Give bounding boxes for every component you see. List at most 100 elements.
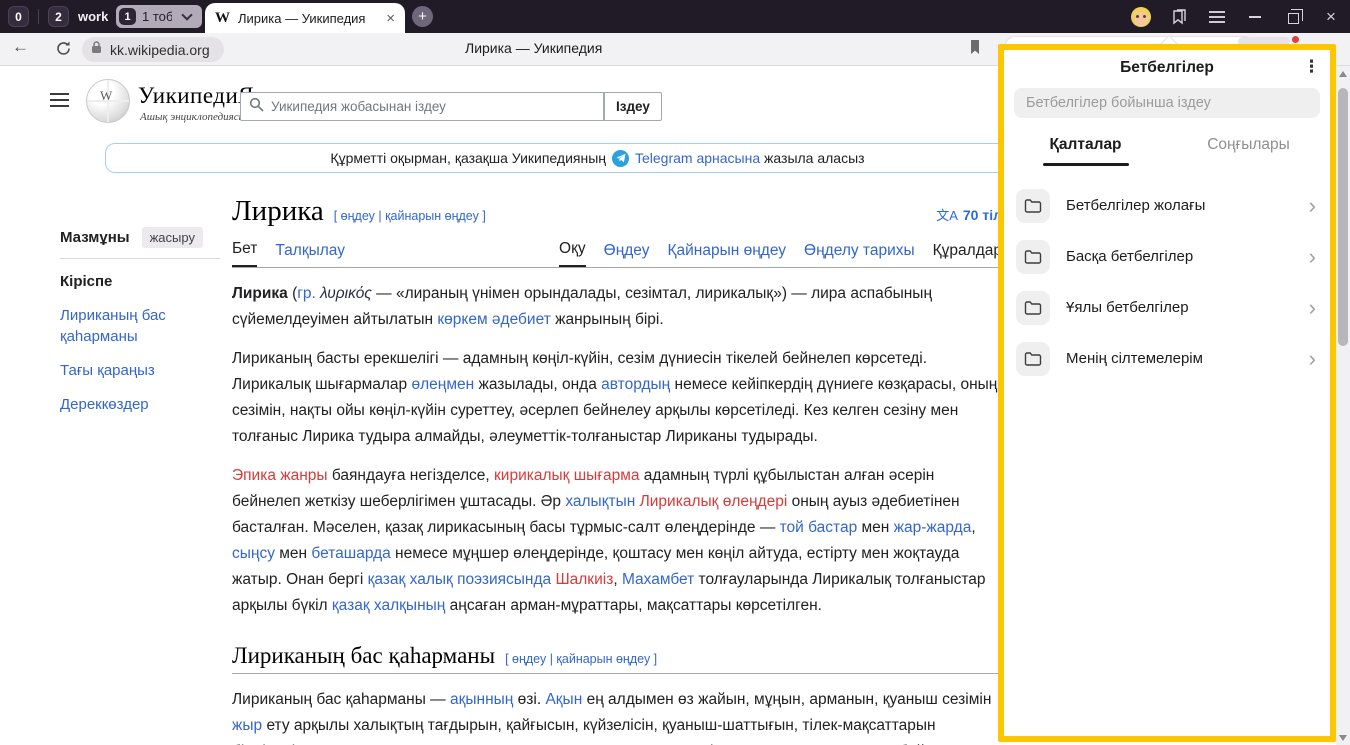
tab-history[interactable]: Өңделу тарихы <box>804 242 915 267</box>
wiki-link[interactable]: ақынның <box>450 691 513 708</box>
wiki-link[interactable]: көркем әдебиет <box>437 311 550 328</box>
folder-row-bookmarks-bar[interactable]: Бетбелгілер жолағы › <box>1004 180 1330 231</box>
wiki-link[interactable]: өлеңмен <box>411 376 474 393</box>
wiki-link[interactable]: Шалкиіз <box>555 571 613 588</box>
address-bar-page-title: Лирика — Уикипедия <box>465 40 602 56</box>
paragraph-features: Лириканың басты ерекшелігі — адамның көң… <box>232 346 1002 450</box>
active-browser-tab[interactable]: W Лирика — Уикипедия × <box>205 3 405 33</box>
wiki-link[interactable]: автордың <box>601 376 670 393</box>
text-segment: өзі. <box>513 691 545 708</box>
bookmarks-tabs: Қалталар Соңғылары <box>1004 132 1330 166</box>
tab-tools[interactable]: Құралдар <box>933 242 1002 267</box>
toc-item-intro[interactable]: Кіріспе <box>60 271 220 292</box>
text-segment: Лириканың бас қаһарманы — <box>232 691 450 708</box>
folder-icon <box>1016 240 1050 274</box>
banner-link-text: Telegram арнасына жазыла аласыз <box>635 150 865 166</box>
search-icon <box>249 97 264 117</box>
tab-group-work-label[interactable]: work <box>78 9 108 24</box>
page-scrollbar[interactable] <box>1336 66 1350 745</box>
text-segment: Құрметті оқырман, қазақша Уикипедияның <box>330 150 606 166</box>
browser-tab-bar: 0 2 work 1 1 тобы W Лирика — Уикипедия ×… <box>0 0 1350 33</box>
text-segment: мен <box>275 545 311 562</box>
tab-folders[interactable]: Қалталар <box>1004 132 1167 166</box>
window-minimize-button[interactable] <box>1249 16 1261 18</box>
wiki-hamburger-icon[interactable] <box>50 93 69 107</box>
text-segment: ету арқылы халықтың тағдырын, қайғысын, … <box>232 717 1001 745</box>
tab-read[interactable]: Оқу <box>559 240 586 267</box>
wiki-link[interactable]: жыр <box>232 717 262 734</box>
paragraph-hero: Лириканың бас қаһарманы — ақынның өзі. А… <box>232 687 1002 745</box>
back-button[interactable]: ← <box>12 37 29 57</box>
wikipedia-favicon-icon: W <box>215 10 230 27</box>
toc-item-sources[interactable]: Дереккөздер <box>60 394 220 415</box>
wiki-link[interactable]: қазақ халқының <box>332 597 445 614</box>
tab-recent[interactable]: Соңғылары <box>1167 132 1330 166</box>
toc-hide-button[interactable]: жасыру <box>142 227 203 248</box>
folder-icon <box>1016 189 1050 223</box>
wiki-link[interactable]: Telegram арнасына <box>635 150 760 166</box>
wiki-search-input[interactable]: Уикипедия жобасынан іздеу <box>240 92 604 121</box>
folder-row-my-links[interactable]: Менің сілтемелерім › <box>1004 333 1330 384</box>
wiki-link[interactable]: Лирикалық өлеңдері <box>640 493 788 510</box>
article-content: Лирика [ өңдеу | қайнарын өңдеу ] 文A 70 … <box>232 195 1002 745</box>
tab-group-expand-button[interactable] <box>172 5 202 28</box>
section-heading: Лириканың бас қаһарманы <box>232 643 495 669</box>
tab-edit[interactable]: Өңдеу <box>604 242 650 267</box>
wiki-link[interactable]: той бастар <box>780 519 858 536</box>
wiki-link[interactable]: сыңсу <box>232 545 275 562</box>
text-segment: жазыла аласыз <box>760 150 864 166</box>
text-segment: Лирика <box>232 285 288 302</box>
browser-menu-icon[interactable] <box>1209 11 1225 23</box>
folder-row-other-bookmarks[interactable]: Басқа бетбелгілер › <box>1004 231 1330 282</box>
wiki-link[interactable]: Ақын <box>545 691 582 708</box>
profile-avatar[interactable] <box>1131 7 1151 27</box>
telegram-icon <box>612 150 629 167</box>
toc-item-main-hero[interactable]: Лириканың бас қаһарманы <box>60 305 220 347</box>
kebab-menu-icon[interactable]: ⋮ <box>1303 57 1320 77</box>
toc-item-see-also[interactable]: Тағы қараңыз <box>60 360 220 381</box>
wiki-link[interactable]: кирикалық шығарма <box>494 467 639 484</box>
tab-close-icon[interactable]: × <box>386 10 395 27</box>
wikipedia-wordmark[interactable]: УикипедиЯ <box>138 83 254 109</box>
title-edit-links[interactable]: [ өңдеу | қайнарын өңдеу ] <box>334 209 486 223</box>
wiki-link[interactable]: жар-жарда <box>894 519 972 536</box>
url-field[interactable]: kk.wikipedia.org <box>82 37 224 62</box>
scroll-up-icon[interactable] <box>1339 71 1347 77</box>
banner-text: Құрметті оқырман, қазақша Уикипедияның <box>330 150 606 166</box>
article-title: Лирика <box>232 195 324 228</box>
language-selector[interactable]: 文A 70 тіл <box>936 205 1002 224</box>
wiki-link[interactable]: қазақ халық поэзиясында <box>368 571 552 588</box>
wiki-link[interactable]: Эпика жанры <box>232 467 328 484</box>
tab-group-badge-work-count[interactable]: 2 <box>48 6 69 27</box>
language-count: 70 тіл <box>963 207 1002 223</box>
folder-label: Басқа бетбелгілер <box>1066 248 1293 265</box>
refresh-button[interactable] <box>55 40 72 62</box>
section-edit-links[interactable]: [ өңдеу | қайнарын өңдеу ] <box>505 652 657 666</box>
tab-page[interactable]: Бет <box>232 240 257 267</box>
text-segment: баяндауға негізделсе, <box>328 467 494 484</box>
folder-row-mobile-bookmarks[interactable]: Ұялы бетбелгілер › <box>1004 282 1330 333</box>
window-close-button[interactable]: × <box>1326 8 1336 25</box>
tab-edit-source[interactable]: Қайнарын өңдеу <box>668 242 787 267</box>
wiki-link[interactable]: халықтын <box>565 493 635 510</box>
wiki-link[interactable]: Махамбет <box>622 571 694 588</box>
url-text: kk.wikipedia.org <box>110 42 210 58</box>
new-tab-button[interactable]: + <box>412 6 433 27</box>
bookmarks-search-input[interactable]: Бетбелгілер бойынша іздеу <box>1014 88 1320 118</box>
tab-group-badge-zero[interactable]: 0 <box>8 6 29 27</box>
wiki-link[interactable]: гр. <box>297 285 316 302</box>
tab-group-separator <box>38 9 39 24</box>
tab-talk[interactable]: Талқылау <box>275 242 345 267</box>
active-tab-title: Лирика — Уикипедия <box>238 11 378 26</box>
scrollbar-thumb[interactable] <box>1338 88 1348 346</box>
scroll-down-icon[interactable] <box>1339 735 1347 741</box>
bookmarks-panel-icon[interactable] <box>1170 8 1188 26</box>
telegram-banner: Құрметті оқырман, қазақша Уикипедияның T… <box>105 143 1090 173</box>
text-segment: ең алдымен өз жайын, мұңын, арманын, қуа… <box>582 691 991 708</box>
wiki-search-button[interactable]: Іздеу <box>604 92 662 121</box>
add-bookmark-icon[interactable] <box>968 39 982 60</box>
folder-icon <box>1016 342 1050 376</box>
wiki-link[interactable]: беташарда <box>311 545 390 562</box>
wikipedia-logo[interactable]: W <box>86 79 130 123</box>
window-restore-button[interactable] <box>1288 13 1299 24</box>
